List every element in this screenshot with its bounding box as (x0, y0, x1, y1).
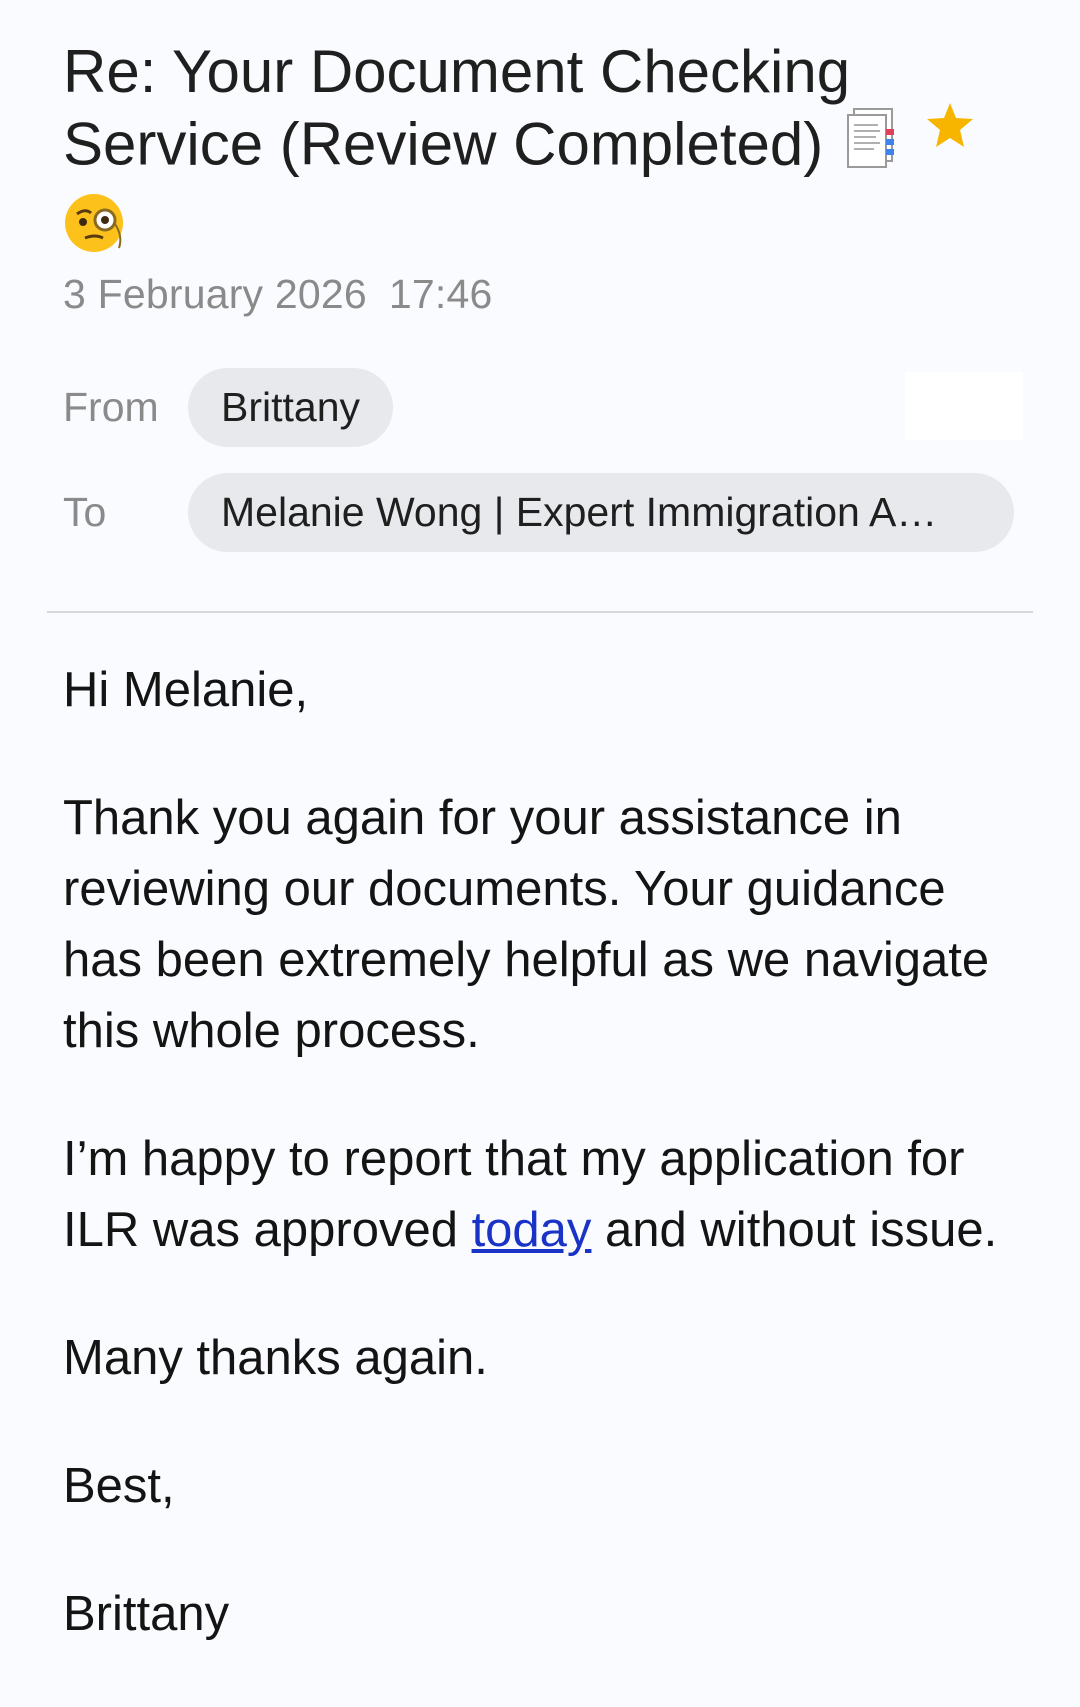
signature: Brittany (63, 1587, 230, 1641)
body-paragraph: I’m happy to report that my application … (63, 1124, 1023, 1266)
email-body: Hi Melanie, Thank you again for your ass… (63, 655, 1023, 1707)
email-subject: Re: Your Document Checking Service (Revi… (63, 36, 963, 271)
email-date: 3 February 2026 (63, 271, 367, 317)
blank-placeholder (905, 372, 1023, 440)
from-chip[interactable]: Brittany (188, 368, 393, 447)
to-row: To Melanie Wong | Expert Immigration A… (63, 473, 1014, 552)
header-divider (47, 611, 1033, 613)
signoff: Best, (63, 1459, 175, 1513)
date-link[interactable]: today (472, 1203, 592, 1257)
body-paragraph: Many thanks again. (63, 1331, 488, 1385)
star-icon[interactable] (905, 80, 995, 170)
bookmark-tabs-icon (840, 107, 900, 190)
subject-text: Re: Your Document Checking Service (Revi… (63, 38, 851, 178)
email-header: Re: Your Document Checking Service (Revi… (63, 36, 1023, 271)
para-text: and without issue. (591, 1203, 998, 1257)
body-paragraph: Thank you again for your assistance in r… (63, 791, 990, 1058)
email-datetime: 3 February 2026 17:46 (63, 271, 514, 318)
from-row: From Brittany (63, 368, 393, 447)
to-chip[interactable]: Melanie Wong | Expert Immigration A… (188, 473, 1014, 552)
greeting: Hi Melanie, (63, 663, 309, 717)
from-label: From (63, 384, 159, 430)
email-time: 17:46 (388, 271, 493, 317)
to-label: To (63, 489, 107, 535)
face-with-monocle-icon (63, 190, 129, 271)
